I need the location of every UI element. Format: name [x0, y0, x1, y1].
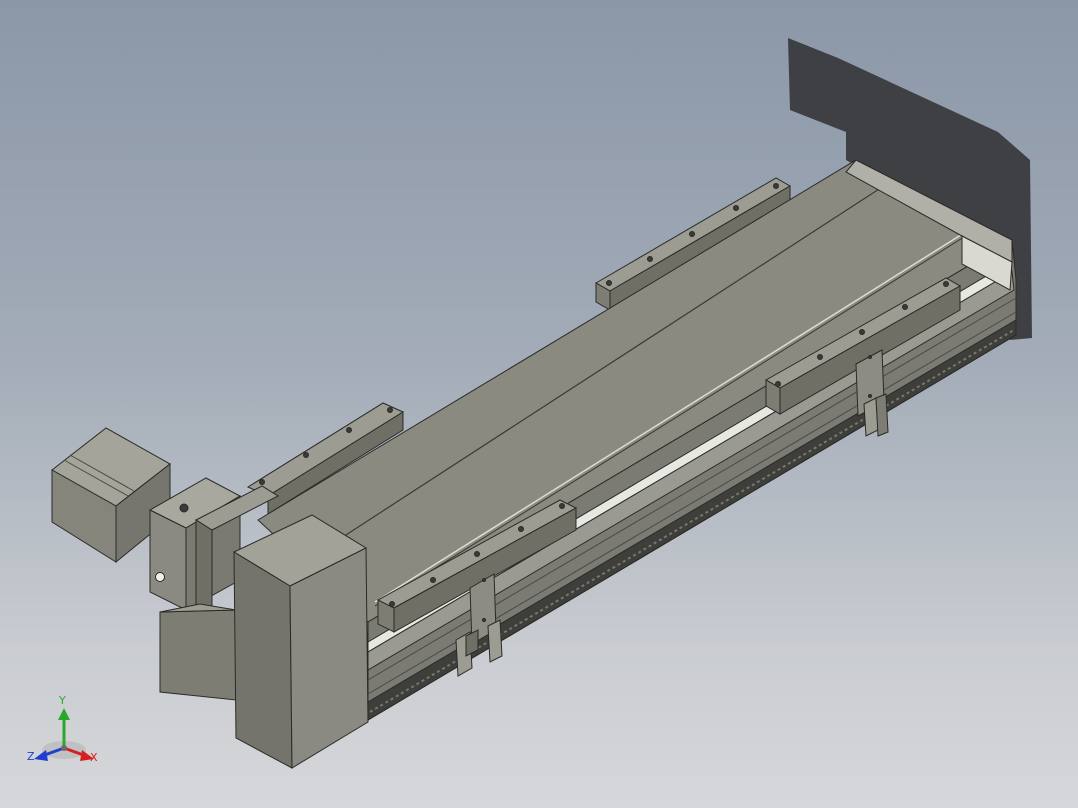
axis-label-x: X: [90, 751, 98, 764]
view-orientation-triad[interactable]: Y Z X: [22, 692, 112, 772]
end-cap-block: [232, 514, 369, 769]
axis-label-z: Z: [27, 750, 35, 763]
linear-actuator-model[interactable]: [0, 0, 1078, 808]
motor-lower-block: [159, 603, 237, 701]
axis-label-y: Y: [59, 694, 66, 707]
graphics-viewport[interactable]: Y Z X: [0, 0, 1078, 808]
triad-graphic: [34, 708, 94, 761]
